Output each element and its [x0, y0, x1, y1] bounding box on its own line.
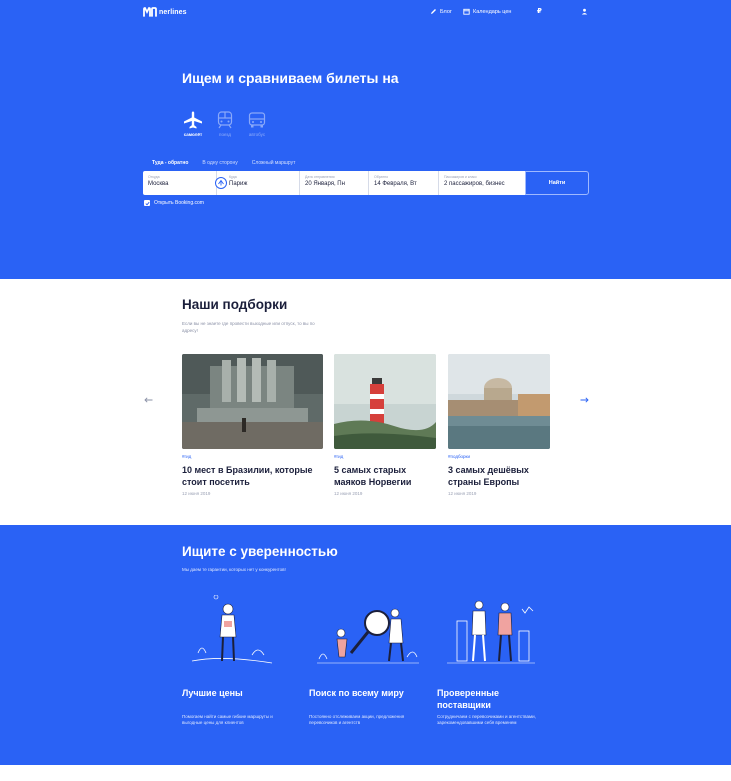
card-image-venice	[448, 354, 550, 449]
pick-card-europe[interactable]: #подборки 3 самых дешёвых страны Европы …	[448, 354, 550, 496]
train-icon	[217, 111, 233, 129]
hero-section: nerlines Блог Календарь цен ₽ Ищем и сра…	[0, 0, 731, 279]
picks-section: Наши подборки Если вы не знаете где пров…	[0, 279, 731, 525]
return-date-value: 14 Февраля, Вт	[374, 181, 417, 187]
card-tag[interactable]: #гид	[334, 454, 343, 459]
trip-type-tabs: Туда - обратно В одну сторону Сложный ма…	[152, 160, 295, 166]
hero-title: Ищем и сравниваем билеты на	[182, 70, 399, 86]
arrow-right-icon	[580, 397, 589, 403]
language-flag-icon[interactable]	[553, 9, 560, 14]
currency-label: ₽	[537, 8, 542, 15]
confidence-subtitle: Мы даем те гарантии, которых нет у конку…	[182, 567, 286, 572]
card-tag[interactable]: #подборки	[448, 454, 470, 459]
tab-round-trip[interactable]: Туда - обратно	[152, 160, 188, 166]
mode-bus-label: автобус	[248, 132, 266, 137]
mode-train[interactable]: поезд	[214, 111, 236, 137]
carousel-next-button[interactable]	[580, 397, 589, 403]
pencil-icon	[431, 9, 436, 14]
swap-icon	[218, 179, 224, 186]
tab-one-way[interactable]: В одну сторону	[202, 160, 237, 166]
card-image-monument	[182, 354, 323, 449]
swap-direction-button[interactable]	[215, 177, 227, 189]
mode-train-label: поезд	[219, 132, 231, 137]
nav-blog-label: Блог	[440, 8, 452, 15]
feature-desc: Постоянно отслеживаем акции, предложения…	[309, 714, 405, 726]
picks-subtitle: Если вы не знаете где провести выходные …	[182, 321, 315, 333]
worldwide-search-illustration-icon	[317, 608, 419, 664]
plane-icon	[184, 111, 202, 129]
card-title[interactable]: 5 самых старых маяков Норвегии	[334, 464, 434, 488]
picks-title: Наши подборки	[182, 297, 288, 312]
pick-card-brazil[interactable]: #гид 10 мест в Бразилии, которые стоит п…	[182, 354, 323, 496]
feature-title: Поиск по всему миру	[309, 688, 404, 698]
card-image-lighthouse	[334, 354, 436, 449]
feature-best-prices: Лучшие цены Помогаем найти самые гибкие …	[182, 595, 282, 725]
to-field-value: Париж	[229, 181, 248, 187]
tab-multi-city[interactable]: Сложный маршрут	[252, 160, 296, 166]
verified-suppliers-illustration-icon	[447, 600, 535, 664]
best-prices-illustration-icon	[191, 595, 273, 664]
feature-worldwide-search: Поиск по всему миру Постоянно отслеживае…	[309, 595, 424, 725]
bus-icon	[248, 112, 266, 128]
card-title[interactable]: 3 самых дешёвых страны Европы	[448, 464, 548, 488]
card-date: 12 июня 2019	[448, 491, 477, 496]
search-form: Откуда Москва Куда Париж Дата отправлени…	[143, 171, 589, 195]
from-field[interactable]: Откуда Москва	[143, 171, 217, 195]
booking-checkbox[interactable]: Открыть Booking.com	[144, 200, 204, 206]
nav-calendar-label: Календарь цен	[473, 8, 512, 15]
logo-mark-icon	[143, 7, 157, 17]
arrow-left-icon	[144, 397, 153, 403]
nav-blog-link[interactable]: Блог	[430, 8, 452, 15]
nav-calendar-link[interactable]: Календарь цен	[463, 8, 511, 15]
from-field-value: Москва	[148, 181, 169, 187]
mode-plane-label: самолёт	[183, 132, 203, 137]
feature-title: Проверенные поставщики	[437, 688, 499, 710]
card-date: 12 июня 2019	[182, 491, 211, 496]
feature-title: Лучшие цены	[182, 688, 243, 698]
passengers-field[interactable]: Пассажиров и класс 2 пассажиров, бизнес	[439, 171, 525, 195]
mode-plane[interactable]: самолёт	[182, 111, 204, 137]
logo-text: nerlines	[159, 8, 187, 16]
feature-desc: Помогаем найти самые гибкие маршруты и в…	[182, 714, 273, 726]
confidence-section: Ищите с уверенностью Мы даем те гарантии…	[0, 525, 731, 765]
to-field[interactable]: Куда Париж	[217, 171, 300, 195]
passengers-value: 2 пассажиров, бизнес	[444, 181, 505, 187]
user-account-icon[interactable]	[581, 8, 588, 15]
card-title[interactable]: 10 мест в Бразилии, которые стоит посети…	[182, 464, 322, 488]
feature-desc: Сотрудничаем с перевозчиками и агентства…	[437, 714, 536, 726]
depart-date-value: 20 Января, Пн	[305, 181, 345, 187]
carousel-prev-button[interactable]	[144, 397, 153, 403]
pick-card-norway[interactable]: #гид 5 самых старых маяков Норвегии 12 и…	[334, 354, 436, 496]
booking-checkbox-label: Открыть Booking.com	[154, 200, 204, 206]
feature-verified-suppliers: Проверенные поставщики Сотрудничаем с пе…	[437, 595, 537, 725]
transport-modes: самолёт поезд автобус	[182, 111, 268, 137]
footer-strip	[0, 765, 731, 781]
confidence-title: Ищите с уверенностью	[182, 544, 338, 559]
currency-selector[interactable]: ₽	[537, 7, 542, 15]
checkbox-checked-icon	[144, 200, 150, 206]
mode-bus[interactable]: автобус	[246, 111, 268, 137]
card-date: 12 июня 2019	[334, 491, 363, 496]
card-tag[interactable]: #гид	[182, 454, 191, 459]
user-icon	[581, 8, 588, 15]
depart-date-field[interactable]: Дата отправления 20 Января, Пн	[300, 171, 369, 195]
search-button[interactable]: Найти	[525, 171, 589, 195]
top-nav: nerlines Блог Календарь цен ₽	[0, 0, 731, 26]
logo[interactable]: nerlines	[143, 7, 187, 17]
calendar-icon	[463, 8, 470, 15]
return-date-field[interactable]: Обратно 14 Февраля, Вт	[369, 171, 439, 195]
